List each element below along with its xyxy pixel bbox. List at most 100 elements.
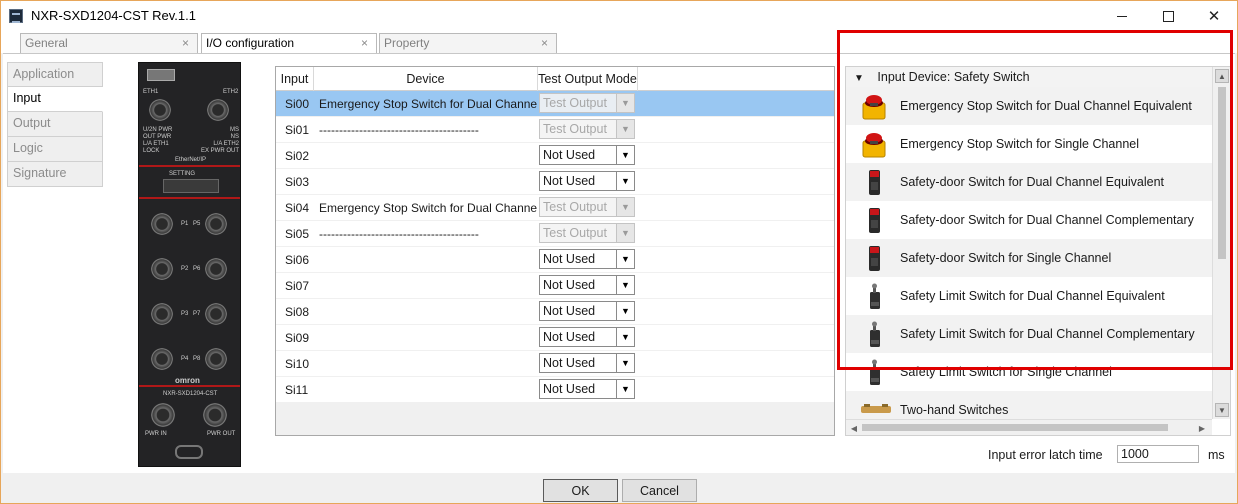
limit-switch-icon <box>860 320 888 348</box>
device-cell[interactable] <box>314 325 538 351</box>
tab-general[interactable]: General × <box>20 33 198 53</box>
test-output-mode-select[interactable]: Not Used ▼ <box>539 171 635 191</box>
dropdown-arrow-icon[interactable]: ▼ <box>616 276 634 294</box>
table-row[interactable]: Si07 Not Used ▼ <box>276 273 834 299</box>
horizontal-scrollbar[interactable]: ◀ ▶ <box>846 419 1212 435</box>
input-cell: Si11 <box>285 383 309 397</box>
device-cell[interactable] <box>314 143 538 169</box>
dropdown-arrow-icon[interactable]: ▼ <box>616 250 634 268</box>
nav-item-application[interactable]: Application <box>7 62 103 87</box>
nav-item-input[interactable]: Input <box>7 87 103 112</box>
table-row[interactable]: Si11 Not Used ▼ <box>276 377 834 403</box>
tab-close-icon[interactable]: × <box>361 36 368 50</box>
input-device-list-item[interactable]: Safety Limit Switch for Dual Channel Equ… <box>846 277 1212 315</box>
test-output-mode-select: Test Output ▼ <box>539 119 635 139</box>
emergency-stop-icon <box>860 92 888 120</box>
test-output-mode-select[interactable]: Not Used ▼ <box>539 379 635 399</box>
device-cell[interactable] <box>314 377 538 403</box>
device-cell[interactable] <box>314 247 538 273</box>
device-label-ethernet: EtherNet/IP <box>175 157 207 163</box>
test-output-mode-select[interactable]: Not Used ▼ <box>539 275 635 295</box>
test-output-mode-select[interactable]: Not Used ▼ <box>539 145 635 165</box>
input-device-label: Safety-door Switch for Single Channel <box>900 251 1112 265</box>
column-header-device[interactable]: Device <box>314 67 538 91</box>
vertical-scrollbar[interactable]: ▲ ▼ <box>1212 67 1230 419</box>
device-cell[interactable] <box>314 169 538 195</box>
device-cell[interactable]: ---------------------------------------- <box>314 221 538 247</box>
port-connector-icon <box>205 258 227 280</box>
input-device-list-item[interactable]: Safety-door Switch for Single Channel <box>846 239 1212 277</box>
tab-close-icon[interactable]: × <box>182 36 189 50</box>
column-header-input[interactable]: Input <box>276 67 314 91</box>
table-row[interactable]: Si01 ------------------------------------… <box>276 117 834 143</box>
device-red-stripe <box>139 385 240 387</box>
scrollbar-thumb[interactable] <box>1218 87 1226 259</box>
input-device-label: Safety-door Switch for Dual Channel Equi… <box>900 175 1165 189</box>
cancel-button[interactable]: Cancel <box>622 479 697 502</box>
dropdown-arrow-icon[interactable]: ▼ <box>616 354 634 372</box>
test-output-mode-select: Test Output ▼ <box>539 93 635 113</box>
tab-label: I/O configuration <box>206 36 295 50</box>
dropdown-arrow-icon[interactable]: ▼ <box>616 380 634 398</box>
latch-time-unit: ms <box>1208 448 1225 462</box>
column-header-test-output-mode[interactable]: Test Output Mode <box>538 67 638 91</box>
tab-close-icon[interactable]: × <box>541 36 548 50</box>
port-label: P1 <box>181 221 189 227</box>
minimize-button[interactable] <box>1099 1 1145 31</box>
nav-item-signature[interactable]: Signature <box>7 162 103 187</box>
input-cell: Si03 <box>285 175 310 189</box>
device-cell[interactable] <box>314 273 538 299</box>
table-row[interactable]: Si00 Emergency Stop Switch for Dual Chann… <box>276 91 834 117</box>
tab-property[interactable]: Property × <box>379 33 557 53</box>
dropdown-arrow-icon[interactable]: ▼ <box>616 302 634 320</box>
io-table: Input Device Test Output Mode Si00 Emerge… <box>275 66 835 436</box>
maximize-button[interactable] <box>1145 1 1191 31</box>
input-device-list-item[interactable]: Safety Limit Switch for Dual Channel Com… <box>846 315 1212 353</box>
input-cell: Si07 <box>285 279 310 293</box>
close-button[interactable]: ✕ <box>1191 1 1237 31</box>
scrollbar-thumb[interactable] <box>862 424 1168 431</box>
ok-button[interactable]: OK <box>543 479 618 502</box>
input-device-list-item[interactable]: Safety-door Switch for Dual Channel Comp… <box>846 201 1212 239</box>
scroll-right-icon[interactable]: ▶ <box>1196 422 1208 434</box>
test-output-mode-select[interactable]: Not Used ▼ <box>539 301 635 321</box>
table-row[interactable]: Si06 Not Used ▼ <box>276 247 834 273</box>
nav-item-logic[interactable]: Logic <box>7 137 103 162</box>
latch-time-input[interactable] <box>1117 445 1199 463</box>
nav-item-output[interactable]: Output <box>7 112 103 137</box>
latch-time-label: Input error latch time <box>988 448 1103 462</box>
table-row[interactable]: Si05 ------------------------------------… <box>276 221 834 247</box>
dropdown-arrow-icon[interactable]: ▼ <box>616 172 634 190</box>
input-device-list-item[interactable]: Emergency Stop Switch for Single Channel <box>846 125 1212 163</box>
device-red-stripe <box>139 165 240 167</box>
table-row[interactable]: Si04 Emergency Stop Switch for Dual Chann… <box>276 195 834 221</box>
table-row[interactable]: Si09 Not Used ▼ <box>276 325 834 351</box>
input-device-list-item[interactable]: Safety Limit Switch for Single Channel <box>846 353 1212 391</box>
test-output-mode-select[interactable]: Not Used ▼ <box>539 249 635 269</box>
device-cell[interactable] <box>314 351 538 377</box>
port-label: P7 <box>193 311 201 317</box>
scroll-left-icon[interactable]: ◀ <box>848 422 860 434</box>
dropdown-arrow-icon[interactable]: ▼ <box>616 146 634 164</box>
device-cell[interactable]: ---------------------------------------- <box>314 117 538 143</box>
device-cell[interactable]: Emergency Stop Switch for Dual Channe <box>314 195 538 221</box>
dropdown-arrow-icon[interactable]: ▼ <box>616 328 634 346</box>
table-row[interactable]: Si10 Not Used ▼ <box>276 351 834 377</box>
scroll-down-icon[interactable]: ▼ <box>1215 403 1229 417</box>
table-row[interactable]: Si08 Not Used ▼ <box>276 299 834 325</box>
table-row[interactable]: Si03 Not Used ▼ <box>276 169 834 195</box>
table-row[interactable]: Si02 Not Used ▼ <box>276 143 834 169</box>
test-output-mode-select[interactable]: Not Used ▼ <box>539 327 635 347</box>
device-cell[interactable]: Emergency Stop Switch for Dual Channe <box>314 91 538 117</box>
test-output-mode-select[interactable]: Not Used ▼ <box>539 353 635 373</box>
left-nav: Application Input Output Logic Signature <box>7 62 103 187</box>
safety-door-switch-icon <box>860 206 888 234</box>
scroll-up-icon[interactable]: ▲ <box>1215 69 1229 83</box>
input-device-list-item[interactable]: Safety-door Switch for Dual Channel Equi… <box>846 163 1212 201</box>
tab-io-configuration[interactable]: I/O configuration × <box>201 33 377 54</box>
input-device-panel-header[interactable]: ▼ Input Device: Safety Switch <box>846 67 1212 87</box>
device-cell[interactable] <box>314 299 538 325</box>
pwr-in-connector-icon <box>151 403 175 427</box>
limit-switch-icon <box>860 282 888 310</box>
input-device-list-item[interactable]: Emergency Stop Switch for Dual Channel E… <box>846 87 1212 125</box>
